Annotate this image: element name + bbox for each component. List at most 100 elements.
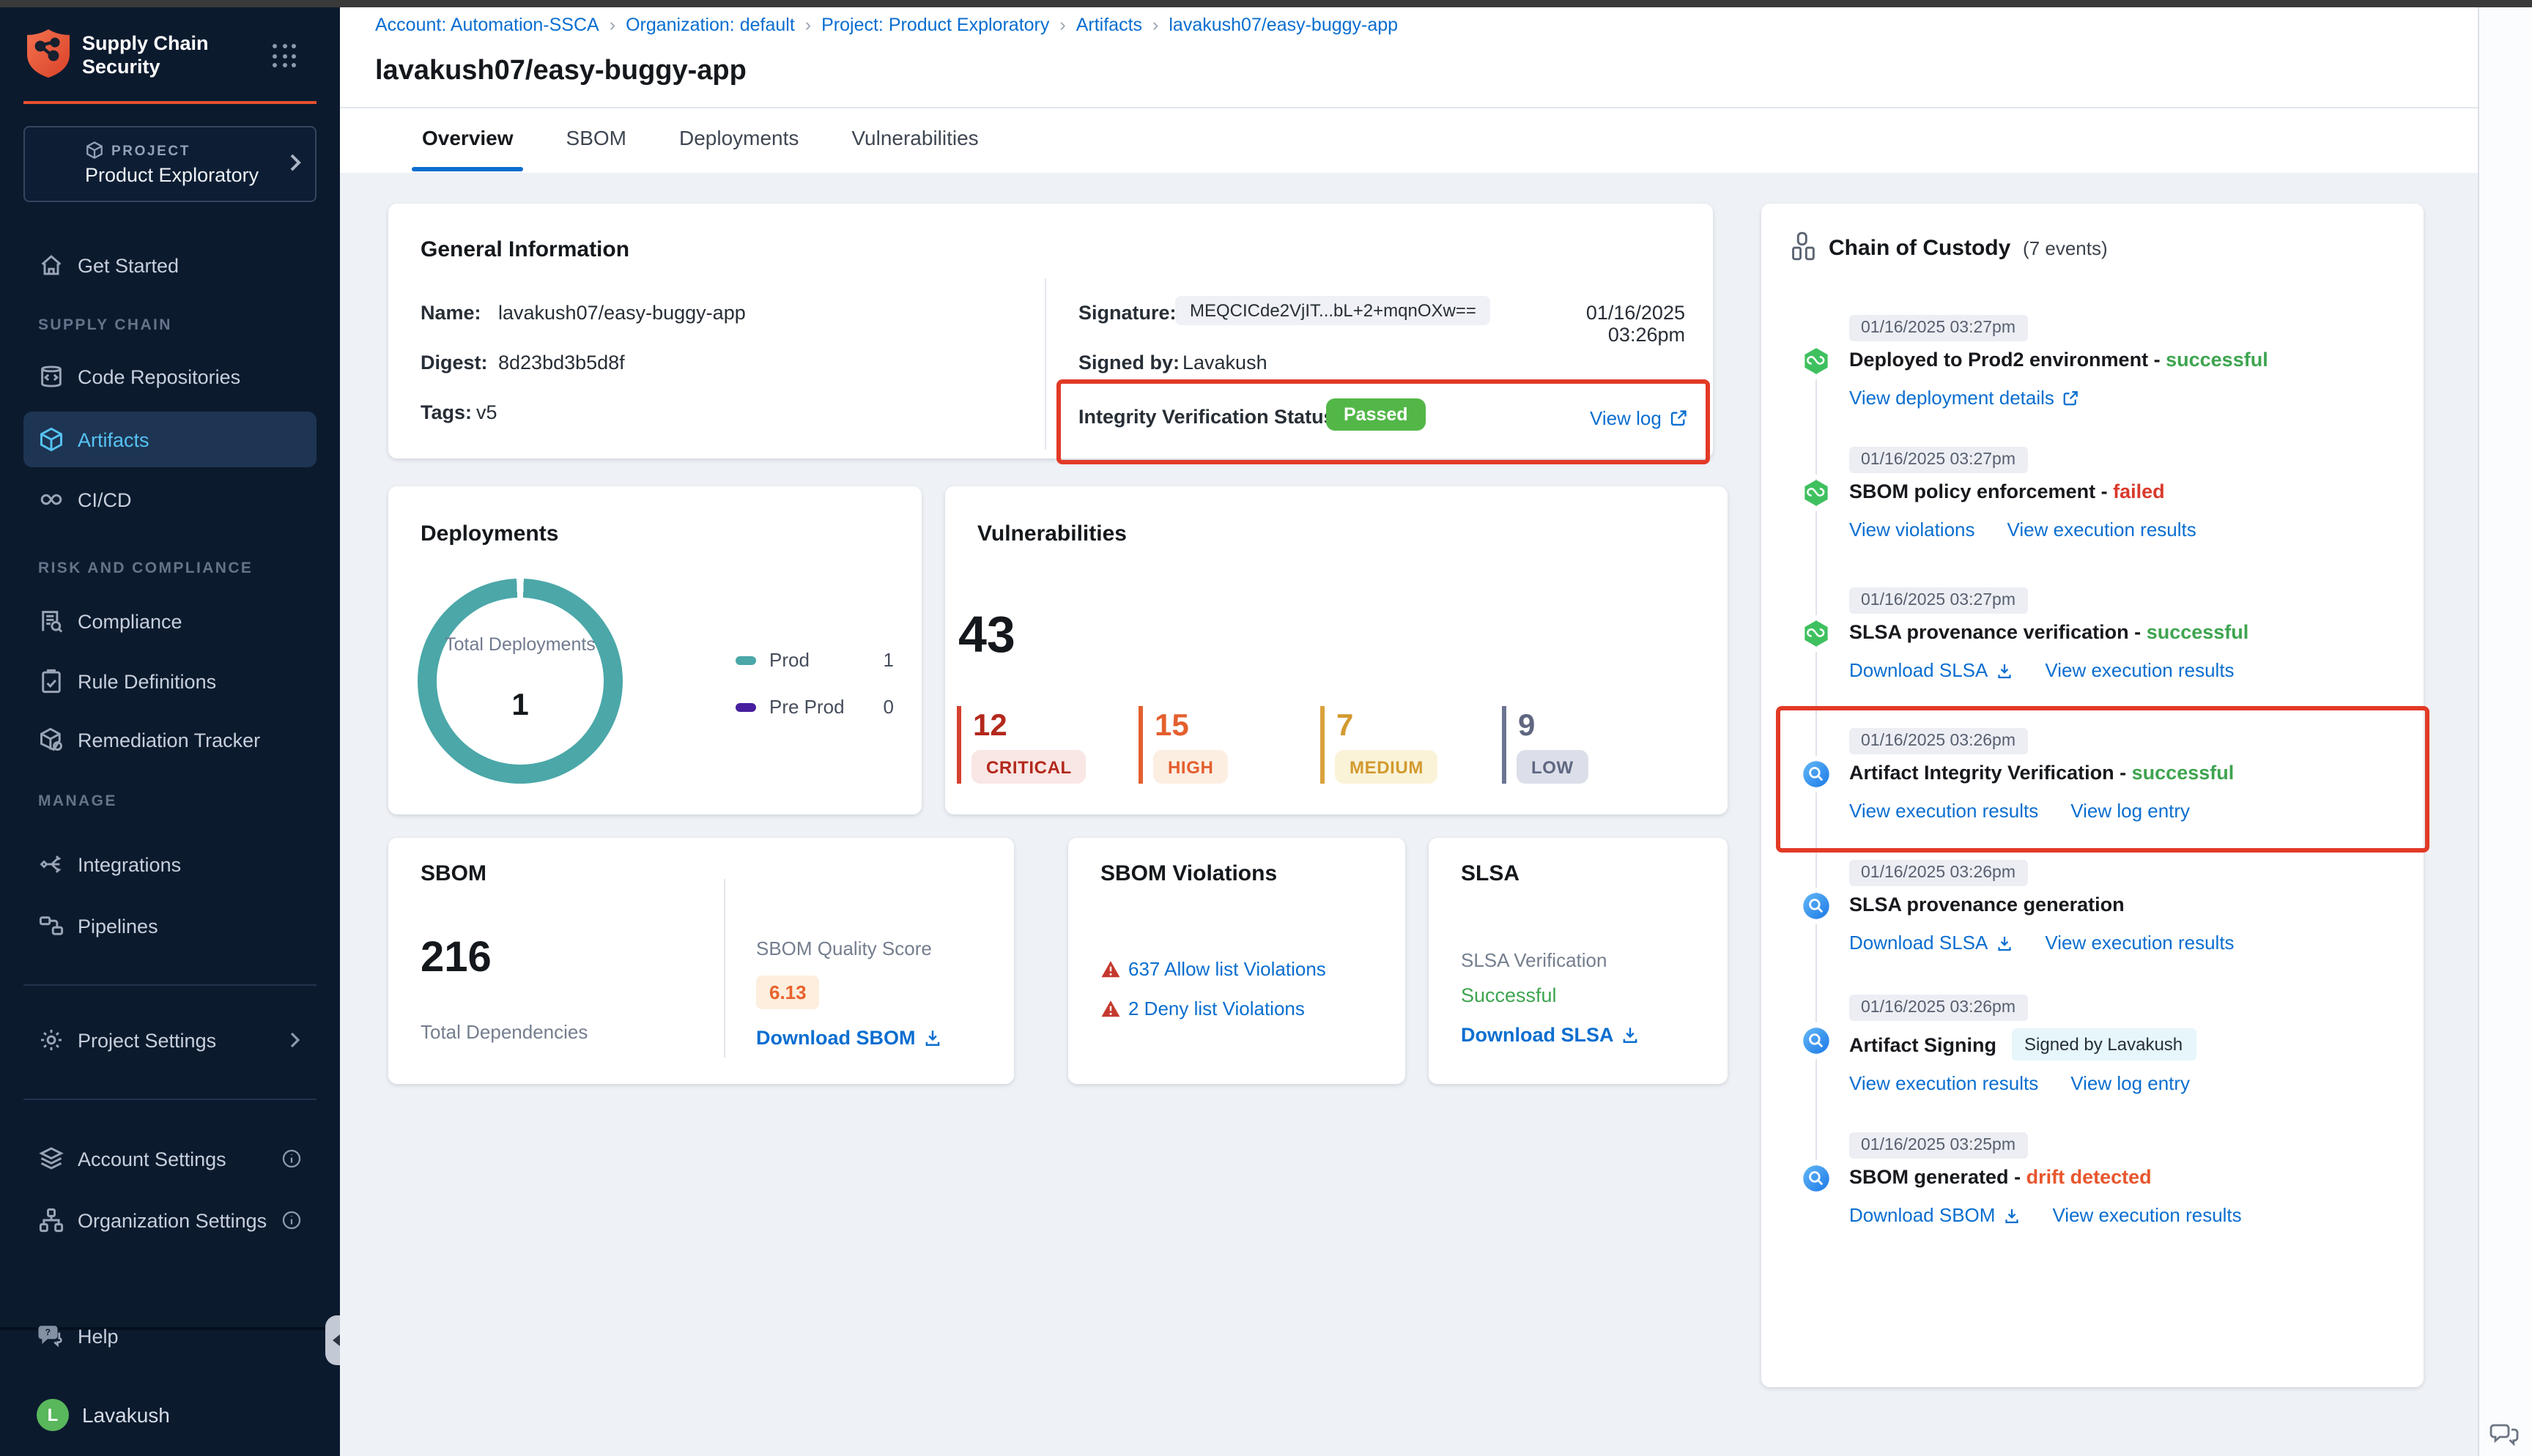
sidebar-item-project-settings[interactable]: Project Settings bbox=[0, 1012, 340, 1068]
active-tab-underline bbox=[412, 167, 523, 171]
event-timestamp: 01/16/2025 03:26pm bbox=[1849, 995, 2027, 1021]
integrations-icon bbox=[38, 851, 64, 877]
chevron-right-icon bbox=[287, 151, 303, 174]
download-icon bbox=[1995, 934, 2013, 951]
vulnerabilities-total: 43 bbox=[958, 606, 1015, 665]
download-icon bbox=[1621, 1025, 1640, 1044]
allow-list-violations-link[interactable]: 637 Allow list Violations bbox=[1100, 958, 1326, 980]
app-window: Supply Chain Security PROJECT Product Ex… bbox=[0, 0, 2532, 1456]
window-top-strip bbox=[0, 0, 2532, 7]
view-execution-results-link[interactable]: View execution results bbox=[2045, 659, 2234, 681]
module-grid-icon[interactable] bbox=[273, 44, 297, 69]
signature-value[interactable]: MEQCICde2VjIT...bL+2+mqnOXw== bbox=[1175, 296, 1491, 325]
artifacts-cube-icon bbox=[38, 426, 64, 453]
tab-deployments[interactable]: Deployments bbox=[679, 126, 799, 149]
integrity-verification-event-icon bbox=[1802, 760, 1830, 788]
deny-list-violations-link[interactable]: 2 Deny list Violations bbox=[1100, 998, 1305, 1019]
breadcrumb-separator: › bbox=[805, 15, 811, 35]
download-slsa-link[interactable]: Download SLSA bbox=[1849, 932, 2013, 954]
view-execution-results-link[interactable]: View execution results bbox=[2052, 1204, 2241, 1226]
view-execution-results-link[interactable]: View execution results bbox=[2007, 519, 2196, 541]
breadcrumb-artifacts[interactable]: Artifacts bbox=[1076, 15, 1142, 35]
info-icon bbox=[281, 1148, 302, 1169]
sbom-violations-title: SBOM Violations bbox=[1100, 861, 1277, 886]
tags-label: Tags: bbox=[421, 401, 472, 423]
event-timestamp: 01/16/2025 03:27pm bbox=[1849, 315, 2027, 341]
name-label: Name: bbox=[421, 302, 481, 324]
download-slsa-link[interactable]: Download SLSA bbox=[1461, 1024, 1640, 1046]
breadcrumb-account[interactable]: Account: Automation-SSCA bbox=[375, 15, 599, 35]
sidebar-item-integrations[interactable]: Integrations bbox=[0, 836, 340, 892]
medium-bar bbox=[1320, 706, 1325, 784]
chain-of-custody-count: (7 events) bbox=[2023, 237, 2108, 259]
tab-sbom[interactable]: SBOM bbox=[566, 126, 626, 149]
product-title: Supply Chain Security bbox=[82, 32, 209, 79]
sidebar-item-compliance[interactable]: Compliance bbox=[0, 593, 340, 649]
signature-timestamp: 01/16/2025 03:26pm bbox=[1512, 302, 1685, 346]
sidebar-item-account-settings[interactable]: Account Settings bbox=[0, 1131, 340, 1186]
breadcrumb-organization[interactable]: Organization: default bbox=[626, 15, 795, 35]
artifact-signing-event-icon bbox=[1802, 1027, 1830, 1055]
sidebar-item-remediation-tracker[interactable]: Remediation Tracker bbox=[0, 712, 340, 768]
low-badge: LOW bbox=[1517, 750, 1588, 784]
prod-count: 1 bbox=[884, 649, 894, 671]
clipboard-check-icon bbox=[38, 668, 64, 694]
sidebar-item-organization-settings[interactable]: Organization Settings bbox=[0, 1192, 340, 1248]
sbom-quality-score-value: 6.13 bbox=[756, 976, 820, 1009]
download-sbom-link[interactable]: Download SBOM bbox=[1849, 1204, 2020, 1226]
event-title: Deployed to Prod2 environment - successf… bbox=[1849, 349, 2268, 371]
breadcrumb-current[interactable]: lavakush07/easy-buggy-app bbox=[1169, 15, 1398, 35]
cicd-infinity-icon bbox=[38, 486, 64, 513]
sidebar-item-artifacts[interactable]: Artifacts bbox=[23, 412, 316, 467]
page-title: lavakush07/easy-buggy-app bbox=[375, 56, 747, 88]
event-status: successful bbox=[2147, 621, 2249, 643]
low-count: 9 bbox=[1518, 709, 1535, 744]
prod-swatch bbox=[736, 655, 756, 664]
policy-event-icon bbox=[1802, 479, 1830, 507]
user-name: Lavakush bbox=[82, 1403, 170, 1427]
critical-badge: CRITICAL bbox=[971, 750, 1087, 784]
sidebar-section-supply-chain: SUPPLY CHAIN bbox=[38, 316, 172, 334]
event-timestamp: 01/16/2025 03:26pm bbox=[1849, 860, 2027, 886]
slsa-status: Successful bbox=[1461, 984, 1557, 1006]
sidebar-item-rule-definitions[interactable]: Rule Definitions bbox=[0, 653, 340, 709]
breadcrumb-separator: › bbox=[1152, 15, 1158, 35]
supply-chain-security-logo-icon bbox=[23, 28, 73, 81]
tab-vulnerabilities[interactable]: Vulnerabilities bbox=[851, 126, 978, 149]
sidebar-item-user[interactable]: L Lavakush bbox=[0, 1387, 340, 1443]
view-log-entry-link[interactable]: View log entry bbox=[2070, 800, 2190, 822]
view-execution-results-link[interactable]: View execution results bbox=[2045, 932, 2234, 954]
project-selector-label: PROJECT bbox=[111, 144, 190, 160]
signature-label: Signature: bbox=[1078, 302, 1177, 324]
header-divider bbox=[340, 107, 2478, 108]
view-deployment-details-link[interactable]: View deployment details bbox=[1849, 387, 2079, 409]
breadcrumb-project[interactable]: Project: Product Exploratory bbox=[821, 15, 1049, 35]
view-execution-results-link[interactable]: View execution results bbox=[1849, 800, 2038, 822]
download-sbom-link[interactable]: Download SBOM bbox=[756, 1027, 942, 1049]
download-slsa-link[interactable]: Download SLSA bbox=[1849, 659, 2013, 681]
sidebar-item-code-repositories[interactable]: Code Repositories bbox=[0, 349, 340, 404]
pipelines-icon bbox=[38, 913, 64, 939]
tab-overview[interactable]: Overview bbox=[422, 126, 514, 149]
view-log-entry-link[interactable]: View log entry bbox=[2070, 1072, 2190, 1094]
sbom-quality-score-label: SBOM Quality Score bbox=[756, 937, 932, 959]
sidebar-section-risk-compliance: RISK AND COMPLIANCE bbox=[38, 560, 253, 577]
event-status: failed bbox=[2113, 480, 2165, 502]
sbom-total: 216 bbox=[421, 935, 492, 983]
sidebar-item-help[interactable]: ? Help bbox=[0, 1308, 340, 1364]
remediation-cube-icon bbox=[38, 727, 64, 753]
feedback-chat-icon[interactable] bbox=[2488, 1418, 2520, 1450]
digest-label: Digest: bbox=[421, 352, 488, 374]
chain-of-custody-header: Chain of Custody (7 events) bbox=[1829, 236, 2108, 261]
event-title: Artifact SigningSigned by Lavakush bbox=[1849, 1028, 2196, 1061]
sidebar-section-manage: MANAGE bbox=[38, 792, 117, 810]
sidebar-item-pipelines[interactable]: Pipelines bbox=[0, 898, 340, 954]
view-execution-results-link[interactable]: View execution results bbox=[1849, 1072, 2038, 1094]
view-violations-link[interactable]: View violations bbox=[1849, 519, 1975, 541]
view-log-link[interactable]: View log bbox=[1590, 407, 1688, 429]
vulnerabilities-title: Vulnerabilities bbox=[977, 521, 1127, 546]
signed-by-badge: Signed by Lavakush bbox=[2011, 1028, 2196, 1061]
sidebar-item-get-started[interactable]: Get Started bbox=[0, 237, 340, 293]
event-title: Artifact Integrity Verification - succes… bbox=[1849, 762, 2234, 784]
sidebar-item-cicd[interactable]: CI/CD bbox=[0, 472, 340, 527]
